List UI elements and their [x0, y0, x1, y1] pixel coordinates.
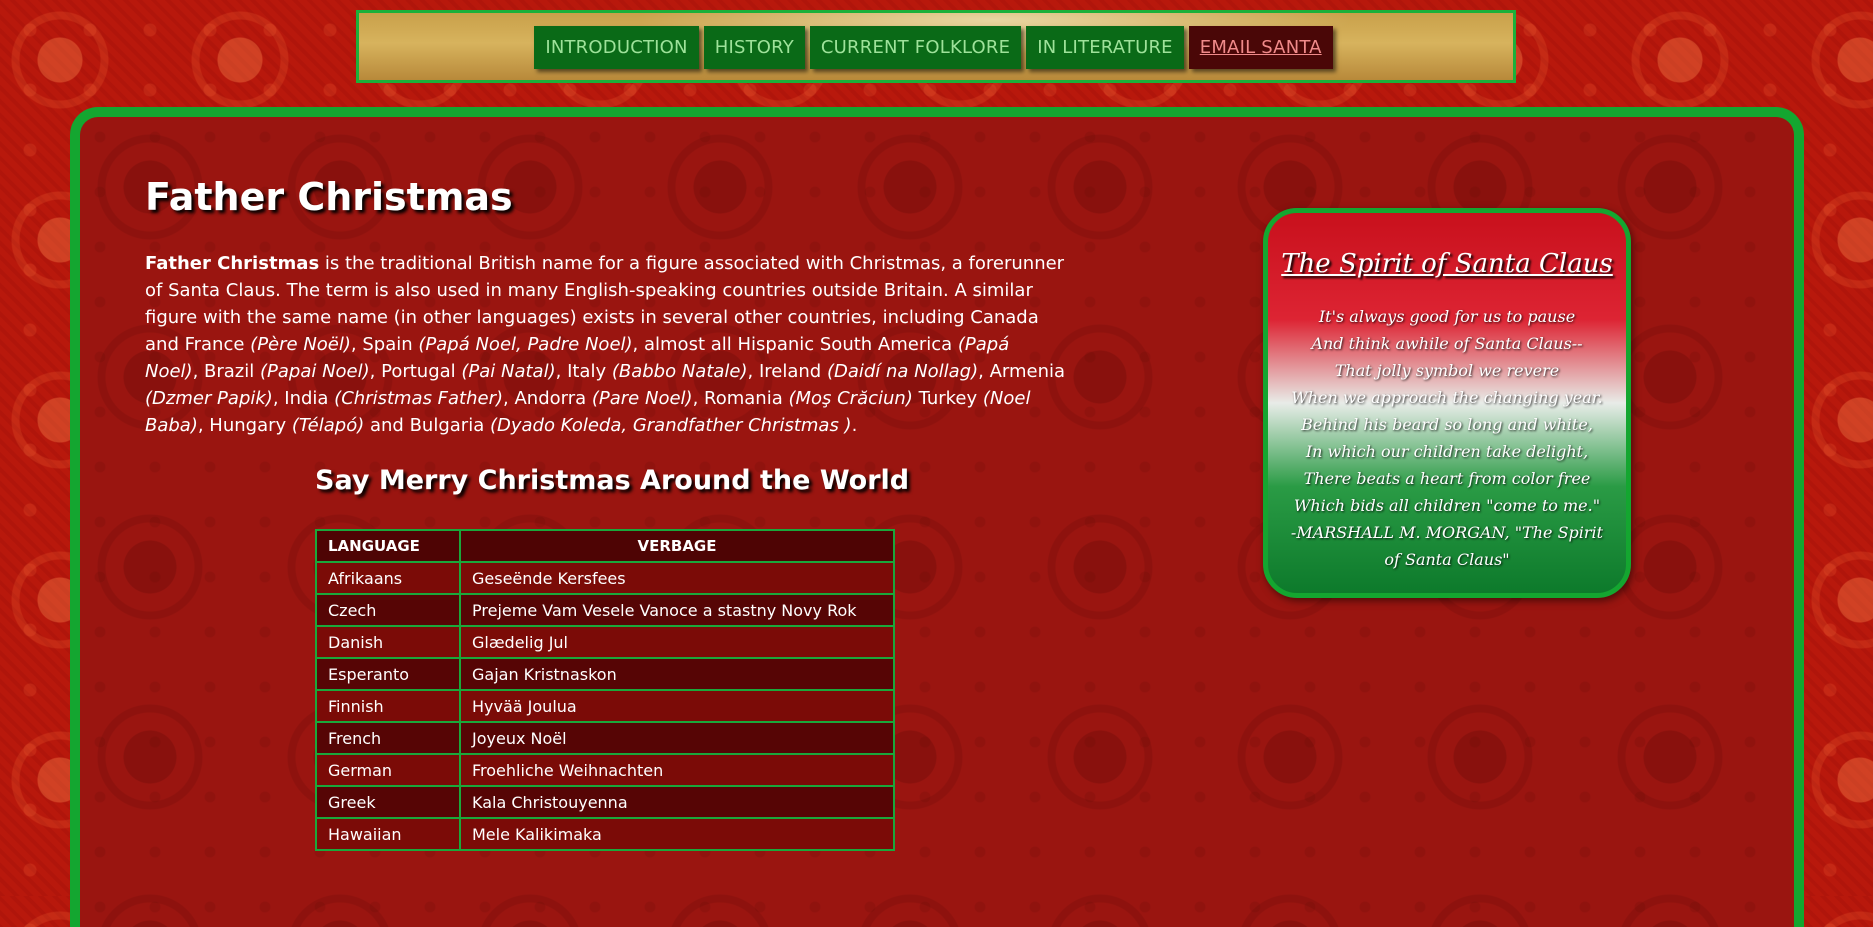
intro-text: , Portugal — [369, 361, 462, 382]
language-cell: Esperanto — [315, 657, 461, 691]
table-row: Hawaiian Mele Kalikimaka — [315, 817, 895, 851]
intro-lead: Father Christmas — [145, 253, 320, 274]
language-cell: Afrikaans — [315, 561, 461, 595]
nav-current-folklore[interactable]: CURRENT FOLKLORE — [809, 26, 1022, 69]
poem-attribution: -MARSHALL M. MORGAN, "The Spirit — [1290, 523, 1604, 542]
intro-name-france: (Père Noël) — [250, 334, 351, 355]
top-nav-bar: INTRODUCTION HISTORY CURRENT FOLKLORE IN… — [356, 10, 1516, 83]
table-row: German Froehliche Weihnachten — [315, 753, 895, 787]
intro-name-spain: (Papá Noel, Padre Noel) — [418, 334, 633, 355]
poem-line: There beats a heart from color free — [1303, 469, 1591, 488]
language-cell: French — [315, 721, 461, 755]
poem-box: The Spirit of Santa Claus It's always go… — [1263, 208, 1631, 598]
poem-line: It's always good for us to pause — [1318, 307, 1576, 326]
table-row: Danish Glædelig Jul — [315, 625, 895, 659]
intro-name-andorra: (Pare Noel) — [591, 388, 693, 409]
poem-line: And think awhile of Santa Claus-- — [1311, 334, 1583, 353]
language-cell: Danish — [315, 625, 461, 659]
poem-line: In which our children take delight, — [1305, 442, 1589, 461]
intro-text: , Romania — [692, 388, 789, 409]
verbage-cell: Joyeux Noël — [459, 721, 895, 755]
poem-line: Behind his beard so long and white, — [1301, 415, 1593, 434]
intro-text: Turkey — [912, 388, 983, 409]
language-cell: Czech — [315, 593, 461, 627]
intro-text: , Hungary — [197, 415, 292, 436]
table-row: Finnish Hyvää Joulua — [315, 689, 895, 723]
poem-body: It's always good for us to pause And thi… — [1268, 303, 1626, 573]
poem-attribution: of Santa Claus" — [1384, 550, 1510, 569]
intro-name-italy: (Babbo Natale) — [611, 361, 748, 382]
table-row: Afrikaans Geseënde Kersfees — [315, 561, 895, 595]
intro-name-india: (Christmas Father) — [334, 388, 504, 409]
nav-email-santa[interactable]: EMAIL SANTA — [1188, 26, 1333, 69]
table-row: French Joyeux Noël — [315, 721, 895, 755]
table-row: Esperanto Gajan Kristnaskon — [315, 657, 895, 691]
intro-text: , Spain — [350, 334, 419, 355]
intro-text: , India — [272, 388, 335, 409]
intro-text: . — [851, 415, 858, 436]
intro-text: , Andorra — [503, 388, 592, 409]
verbage-cell: Geseënde Kersfees — [459, 561, 895, 595]
intro-text: and Bulgaria — [364, 415, 490, 436]
poem-line: That jolly symbol we revere — [1334, 361, 1560, 380]
verbage-cell: Mele Kalikimaka — [459, 817, 895, 851]
intro-text: , Brazil — [192, 361, 260, 382]
poem-line: When we approach the changing year. — [1291, 388, 1603, 407]
table-header-row: LANGUAGE VERBAGE — [315, 529, 895, 563]
intro-paragraph: Father Christmas is the traditional Brit… — [145, 250, 1065, 439]
intro-text: , Armenia — [978, 361, 1066, 382]
verbage-cell: Gajan Kristnaskon — [459, 657, 895, 691]
table-heading: Say Merry Christmas Around the World — [315, 465, 910, 496]
language-cell: German — [315, 753, 461, 787]
intro-name-portugal: (Pai Natal) — [461, 361, 556, 382]
table-row: Czech Prejeme Vam Vesele Vanoce a stastn… — [315, 593, 895, 627]
intro-name-bulgaria: (Dyado Koleda, Grandfather Christmas ) — [489, 415, 852, 436]
intro-text: , Ireland — [747, 361, 827, 382]
intro-name-armenia: (Dzmer Papik) — [145, 388, 273, 409]
nav-in-literature[interactable]: IN LITERATURE — [1026, 26, 1184, 69]
poem-title: The Spirit of Santa Claus — [1281, 249, 1613, 279]
language-cell: Hawaiian — [315, 817, 461, 851]
page-title: Father Christmas — [145, 175, 513, 219]
intro-name-ireland: (Daidí na Nollag) — [826, 361, 979, 382]
column-header-verbage: VERBAGE — [459, 529, 895, 563]
intro-name-romania: (Moş Crăciun) — [788, 388, 913, 409]
verbage-cell: Kala Christouyenna — [459, 785, 895, 819]
column-header-language: LANGUAGE — [315, 529, 461, 563]
table-row: Greek Kala Christouyenna — [315, 785, 895, 819]
verbage-cell: Glædelig Jul — [459, 625, 895, 659]
intro-text: , almost all Hispanic South America — [632, 334, 958, 355]
merry-christmas-table: LANGUAGE VERBAGE Afrikaans Geseënde Kers… — [315, 529, 895, 851]
verbage-cell: Hyvää Joulua — [459, 689, 895, 723]
intro-name-brazil: (Papai Noel) — [259, 361, 370, 382]
intro-name-hungary: (Télapó) — [291, 415, 365, 436]
verbage-cell: Prejeme Vam Vesele Vanoce a stastny Novy… — [459, 593, 895, 627]
intro-text: , Italy — [555, 361, 612, 382]
nav-introduction[interactable]: INTRODUCTION — [534, 26, 699, 69]
poem-line: Which bids all children "come to me." — [1293, 496, 1601, 515]
nav-history[interactable]: HISTORY — [703, 26, 805, 69]
language-cell: Finnish — [315, 689, 461, 723]
language-cell: Greek — [315, 785, 461, 819]
verbage-cell: Froehliche Weihnachten — [459, 753, 895, 787]
